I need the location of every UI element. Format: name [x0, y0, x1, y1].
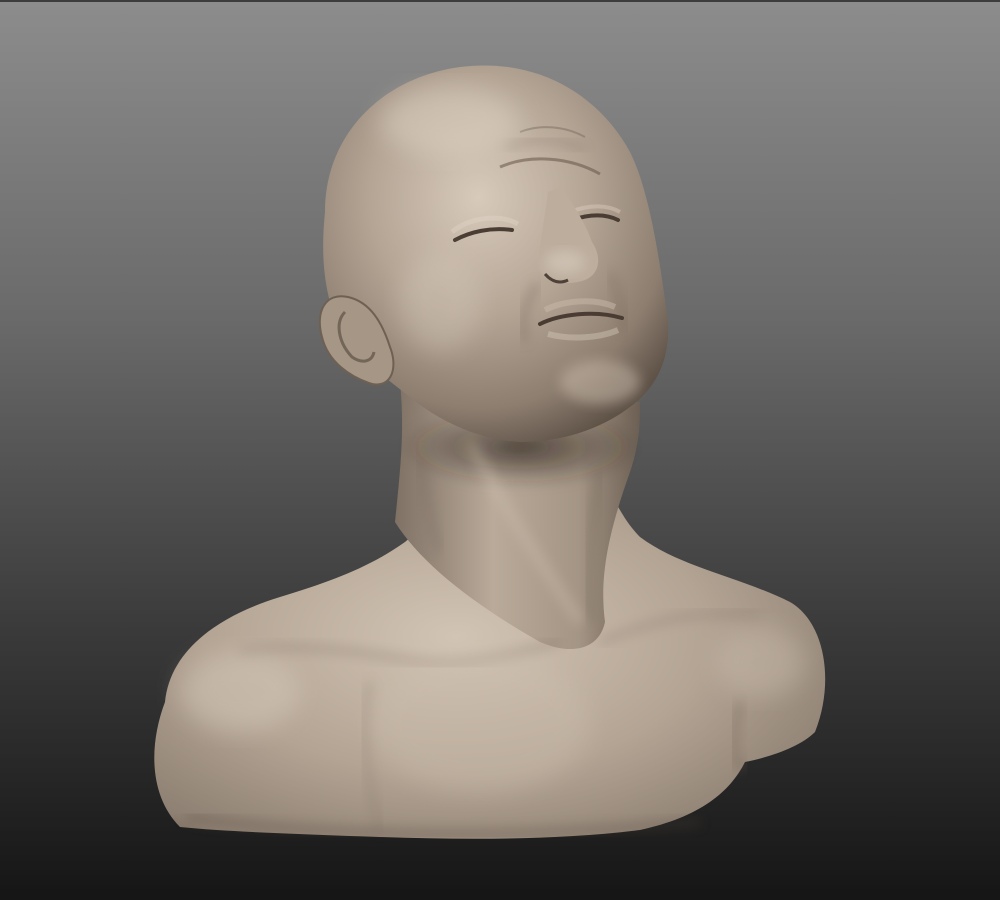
3d-viewport[interactable]	[0, 0, 1000, 900]
sculpted-bust-model[interactable]	[0, 2, 1000, 900]
